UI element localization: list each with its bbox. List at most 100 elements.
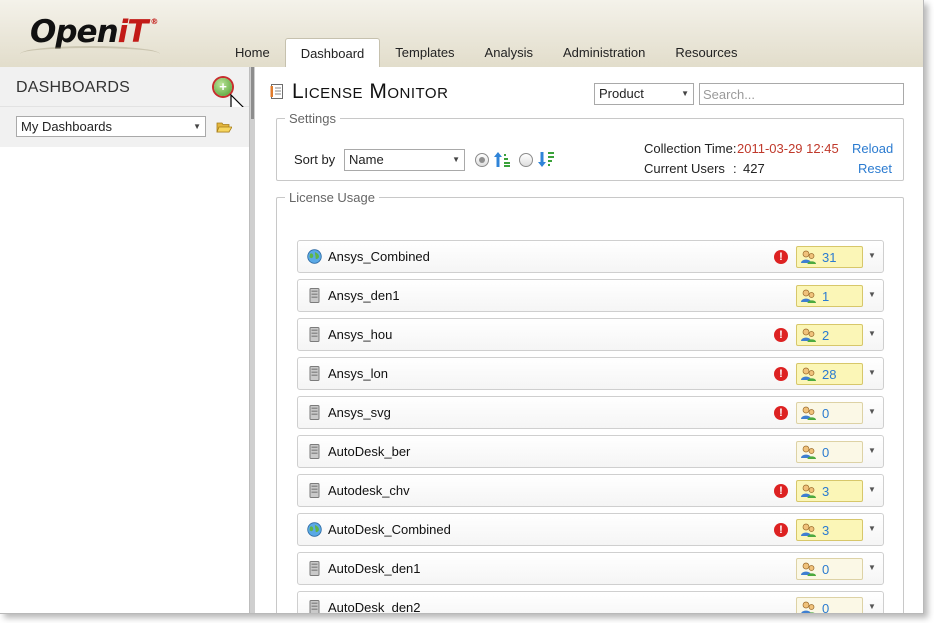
splitter-grip[interactable] [251, 67, 254, 119]
license-list: Ansys_Combined ! 31 ▼ Ansys_den1 1 ▼ Ans… [297, 240, 884, 614]
tab-dashboard[interactable]: Dashboard [284, 38, 381, 67]
license-name: Autodesk_chv [328, 483, 410, 498]
user-count-value: 2 [822, 328, 830, 343]
license-name: Ansys_lon [328, 366, 388, 381]
sort-ascending-radio[interactable] [475, 153, 489, 167]
sort-by-select[interactable]: Name ▼ [344, 149, 465, 171]
license-name: AutoDesk_Combined [328, 522, 451, 537]
license-row[interactable]: Ansys_svg ! 0 ▼ [297, 396, 884, 429]
collection-time-label: Collection Time: [644, 141, 737, 156]
license-row[interactable]: Ansys_Combined ! 31 ▼ [297, 240, 884, 273]
users-icon [801, 445, 816, 459]
app-header: OpeniT ® Home Dashboard Templates Analysi… [0, 0, 923, 67]
server-icon [307, 327, 322, 342]
license-row[interactable]: AutoDesk_Combined ! 3 ▼ [297, 513, 884, 546]
user-count-value: 3 [822, 484, 830, 499]
open-folder-icon[interactable] [216, 120, 232, 133]
chevron-down-icon[interactable]: ▼ [868, 563, 876, 572]
license-name: Ansys_den1 [328, 288, 400, 303]
user-count-badge[interactable]: 0 [796, 441, 863, 463]
dashboard-select-value: My Dashboards [21, 119, 113, 134]
sidebar-dashboard-row: My Dashboards ▼ [0, 107, 249, 147]
license-row[interactable]: AutoDesk_den2 0 ▼ [297, 591, 884, 614]
sidebar-title: DASHBOARDS [16, 79, 131, 96]
app-window: OpeniT ® Home Dashboard Templates Analysi… [0, 0, 924, 614]
user-count-badge[interactable]: 31 [796, 246, 863, 268]
sort-by-label: Sort by [294, 152, 336, 167]
license-row[interactable]: AutoDesk_ber 0 ▼ [297, 435, 884, 468]
server-icon [307, 288, 322, 303]
user-count-value: 0 [822, 601, 830, 614]
user-count-badge[interactable]: 28 [796, 363, 863, 385]
license-row[interactable]: Autodesk_chv ! 3 ▼ [297, 474, 884, 507]
user-count-badge[interactable]: 2 [796, 324, 863, 346]
settings-panel: Settings Sort by Name ▼ Collection Time:… [276, 111, 904, 181]
current-users-label: Current Users [644, 161, 725, 176]
user-count-badge[interactable]: 3 [796, 519, 863, 541]
tab-home[interactable]: Home [220, 38, 285, 67]
alert-icon: ! [774, 406, 788, 420]
license-usage-legend: License Usage [289, 190, 375, 205]
chevron-down-icon: ▼ [193, 122, 201, 131]
chevron-down-icon: ▼ [452, 155, 460, 164]
tab-administration[interactable]: Administration [548, 38, 660, 67]
chevron-down-icon[interactable]: ▼ [868, 329, 876, 338]
chevron-down-icon[interactable]: ▼ [868, 407, 876, 416]
license-usage-panel: License Usage Ansys_Combined ! 31 ▼ Ansy… [276, 190, 904, 614]
logo-it-text: iT [117, 14, 149, 50]
users-icon [801, 250, 816, 264]
chevron-down-icon[interactable]: ▼ [868, 368, 876, 377]
openit-logo[interactable]: OpeniT ® [30, 14, 158, 50]
alert-icon: ! [774, 484, 788, 498]
server-icon [307, 444, 322, 459]
user-count-badge[interactable]: 0 [796, 558, 863, 580]
sort-by-value: Name [349, 152, 384, 167]
sidebar-splitter[interactable] [249, 67, 255, 613]
user-count-badge[interactable]: 0 [796, 402, 863, 424]
server-icon [307, 405, 322, 420]
license-row[interactable]: Ansys_den1 1 ▼ [297, 279, 884, 312]
reload-link[interactable]: Reload [852, 141, 893, 156]
user-count-value: 3 [822, 523, 830, 538]
product-select[interactable]: Product ▼ [594, 83, 694, 105]
user-count-value: 1 [822, 289, 830, 304]
chevron-down-icon[interactable]: ▼ [868, 446, 876, 455]
chevron-down-icon[interactable]: ▼ [868, 251, 876, 260]
sidebar-header: DASHBOARDS + [0, 67, 249, 119]
main-nav-tabs: Home Dashboard Templates Analysis Admini… [220, 38, 752, 67]
license-row[interactable]: Ansys_hou ! 2 ▼ [297, 318, 884, 351]
tab-analysis[interactable]: Analysis [470, 38, 548, 67]
sort-descending-radio[interactable] [519, 153, 533, 167]
dashboards-sidebar: DASHBOARDS + My Dashboards ▼ [0, 67, 249, 613]
chevron-down-icon[interactable]: ▼ [868, 290, 876, 299]
chevron-down-icon[interactable]: ▼ [868, 524, 876, 533]
user-count-value: 0 [822, 562, 830, 577]
sort-ascending-icon[interactable] [493, 151, 511, 168]
user-count-badge[interactable]: 3 [796, 480, 863, 502]
user-count-value: 31 [822, 250, 837, 265]
globe-icon [307, 249, 322, 264]
sort-descending-icon[interactable] [537, 151, 555, 168]
logo-registered-mark: ® [150, 17, 158, 26]
product-select-value: Product [599, 86, 644, 101]
globe-icon [307, 522, 322, 537]
tab-templates[interactable]: Templates [380, 38, 469, 67]
chevron-down-icon[interactable]: ▼ [868, 602, 876, 611]
license-row[interactable]: AutoDesk_den1 0 ▼ [297, 552, 884, 585]
chevron-down-icon[interactable]: ▼ [868, 485, 876, 494]
dashboard-select[interactable]: My Dashboards ▼ [16, 116, 206, 137]
tab-resources[interactable]: Resources [660, 38, 752, 67]
user-count-badge[interactable]: 0 [796, 597, 863, 614]
license-name: Ansys_svg [328, 405, 391, 420]
search-input[interactable] [699, 83, 904, 105]
main-content: License Monitor Product ▼ Settings Sort … [256, 67, 923, 614]
users-icon [801, 601, 815, 613]
users-icon [801, 367, 816, 381]
license-name: Ansys_hou [328, 327, 393, 342]
license-row[interactable]: Ansys_lon ! 28 ▼ [297, 357, 884, 390]
users-icon [801, 523, 816, 537]
server-icon [307, 366, 322, 381]
user-count-badge[interactable]: 1 [796, 285, 863, 307]
reset-link[interactable]: Reset [858, 161, 892, 176]
license-name: AutoDesk_ber [328, 444, 411, 459]
